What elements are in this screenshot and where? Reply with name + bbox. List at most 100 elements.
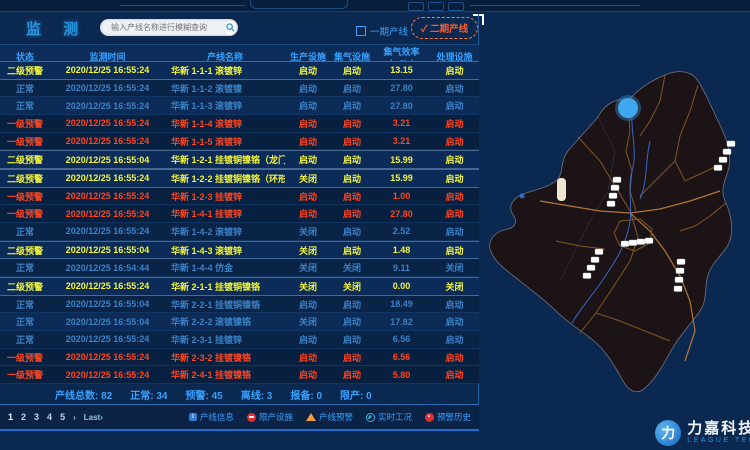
device-tag-marker[interactable] bbox=[637, 239, 645, 245]
table-row[interactable]: 正常2020/12/25 16:55:04华新 2-2-1 挂镀铜镍铬启动启动1… bbox=[0, 296, 479, 314]
table-row[interactable]: 一级预警2020/12/25 16:55:24华新 2-3-2 挂镀镍铬启动启动… bbox=[0, 349, 479, 367]
legend-button-noentry[interactable]: 限产设施 bbox=[247, 411, 293, 423]
phase2-toggle-button[interactable]: ✓ 二期产线 bbox=[411, 17, 478, 39]
cell-time: 2020/12/25 16:55:24 bbox=[50, 173, 165, 183]
device-tag-marker[interactable] bbox=[714, 165, 722, 171]
device-tag-marker[interactable] bbox=[613, 177, 621, 183]
device-tag-marker[interactable] bbox=[621, 241, 629, 247]
check-icon: ✓ bbox=[421, 24, 428, 35]
cell-production-facility: 启动 bbox=[285, 190, 331, 203]
table-row[interactable]: 正常2020/12/25 16:55:24华新 2-3-1 挂镀锌启动启动6.5… bbox=[0, 331, 479, 349]
cell-treatment-facility: 启动 bbox=[430, 333, 479, 346]
device-tag-marker[interactable] bbox=[611, 185, 619, 191]
table-header: 状态监测时间产线名称生产设施集气设施集气效率(m³/s)处理设施 bbox=[0, 44, 479, 62]
cell-time: 2020/12/25 16:55:24 bbox=[50, 136, 165, 146]
cell-status: 正常 bbox=[0, 333, 50, 346]
device-tag-marker[interactable] bbox=[609, 193, 617, 199]
cell-gas-facility: 启动 bbox=[331, 99, 373, 112]
device-tag-marker[interactable] bbox=[677, 259, 685, 265]
page-button[interactable]: 5 bbox=[60, 412, 65, 422]
device-tag-marker[interactable] bbox=[719, 157, 727, 163]
legend-button-alarm[interactable]: 预警历史 bbox=[425, 411, 471, 423]
page-button[interactable]: 2 bbox=[21, 412, 26, 422]
page-button[interactable]: Last› bbox=[84, 413, 103, 422]
cell-gas-rate: 18.49 bbox=[373, 299, 430, 309]
legend-label: 限产设施 bbox=[259, 411, 293, 423]
cell-gas-facility: 启动 bbox=[331, 117, 373, 130]
device-tag-marker[interactable] bbox=[645, 238, 653, 244]
page-button[interactable]: 3 bbox=[34, 412, 39, 422]
cell-gas-facility: 启动 bbox=[331, 82, 373, 95]
cell-status: 正常 bbox=[0, 99, 50, 112]
table-row[interactable]: 二级预警2020/12/25 16:55:04华新 1-2-1 挂镀铜镍铬（龙门… bbox=[0, 150, 479, 169]
table-row[interactable]: 二级预警2020/12/25 16:55:24华新 1-1-1 滚镀锌启动启动1… bbox=[0, 61, 479, 80]
cell-line-name: 华新 1-2-2 挂镀铜镍铬（环形线） bbox=[165, 172, 285, 185]
legend-button-tri[interactable]: 产线预警 bbox=[306, 411, 353, 423]
cell-time: 2020/12/25 16:55:04 bbox=[50, 155, 165, 165]
table-row[interactable]: 正常2020/12/25 16:55:24华新 1-1-3 滚镀锌启动启动27.… bbox=[0, 97, 479, 115]
table-row[interactable]: 正常2020/12/25 16:54:44华新 1-4-4 仿金关闭关闭9.11… bbox=[0, 259, 479, 277]
legend-button-info[interactable]: i产线信息 bbox=[189, 411, 234, 423]
table-row[interactable]: 正常2020/12/25 16:55:24华新 1-4-2 滚镀锌关闭启动2.5… bbox=[0, 223, 479, 241]
table-row[interactable]: 正常2020/12/25 16:55:24华新 1-1-2 滚镀镍启动启动27.… bbox=[0, 80, 479, 98]
device-circle-marker[interactable] bbox=[618, 98, 638, 118]
table-row[interactable]: 一级预警2020/12/25 16:55:24华新 1-1-4 滚镀锌启动启动3… bbox=[0, 115, 479, 133]
table-row[interactable]: 正常2020/12/25 16:55:04华新 2-2-2 滚镀镍铬关闭启动17… bbox=[0, 313, 479, 331]
table-row[interactable]: 一级预警2020/12/25 16:55:24华新 1-1-5 滚镀锌启动启动3… bbox=[0, 133, 479, 151]
device-tag-marker[interactable] bbox=[629, 240, 637, 246]
table-row[interactable]: 一级预警2020/12/25 16:55:24华新 1-4-1 挂镀锌启动启动2… bbox=[0, 205, 479, 223]
cell-production-facility: 启动 bbox=[285, 368, 331, 381]
table-row[interactable]: 一级预警2020/12/25 16:55:24华新 2-4-1 挂镀镍铬启动启动… bbox=[0, 366, 479, 384]
cell-gas-facility: 启动 bbox=[331, 368, 373, 381]
cell-treatment-facility: 启动 bbox=[430, 298, 479, 311]
search-input[interactable] bbox=[100, 23, 225, 32]
device-tag-marker[interactable] bbox=[676, 268, 684, 274]
summary-item: 预警: 45 bbox=[185, 387, 222, 402]
cell-time: 2020/12/25 16:55:24 bbox=[50, 83, 165, 93]
cell-time: 2020/12/25 16:55:24 bbox=[50, 101, 165, 111]
cell-production-facility: 关闭 bbox=[285, 261, 331, 274]
cell-treatment-facility: 启动 bbox=[430, 351, 479, 364]
cell-line-name: 华新 1-2-3 挂镀锌 bbox=[165, 190, 285, 203]
table-row[interactable]: 二级预警2020/12/25 16:55:04华新 1-4-3 滚镀锌关闭启动1… bbox=[0, 241, 479, 260]
page-button[interactable]: 4 bbox=[47, 412, 52, 422]
summary-bar: 产线总数: 82正常: 34预警: 45离线: 3报备: 0限产: 0 bbox=[0, 384, 479, 404]
cell-treatment-facility: 启动 bbox=[430, 172, 479, 185]
cell-gas-facility: 启动 bbox=[331, 207, 373, 220]
cell-time: 2020/12/25 16:55:24 bbox=[50, 352, 165, 362]
cell-treatment-facility: 启动 bbox=[430, 153, 479, 166]
device-tag-marker[interactable] bbox=[723, 149, 731, 155]
device-tag-marker[interactable] bbox=[591, 257, 599, 263]
summary-item: 正常: 34 bbox=[130, 387, 167, 402]
top-decoration bbox=[250, 0, 348, 9]
cell-production-facility: 关闭 bbox=[285, 244, 331, 257]
cell-time: 2020/12/25 16:54:44 bbox=[50, 263, 165, 273]
page-button[interactable]: 1 bbox=[8, 412, 13, 422]
device-tag-marker[interactable] bbox=[674, 286, 682, 292]
search-box[interactable] bbox=[100, 19, 238, 36]
device-tag-marker[interactable] bbox=[595, 249, 603, 255]
cell-gas-facility: 启动 bbox=[331, 244, 373, 257]
logo-name-en: LEAGUE TECH bbox=[687, 437, 750, 445]
cell-time: 2020/12/25 16:55:24 bbox=[50, 65, 165, 75]
device-tag-marker[interactable] bbox=[727, 141, 735, 147]
tri-icon bbox=[306, 413, 316, 421]
legend-button-gauge[interactable]: 实时工况 bbox=[366, 411, 412, 423]
cell-gas-rate: 1.48 bbox=[373, 245, 430, 255]
device-tag-marker[interactable] bbox=[583, 273, 591, 279]
city-map-panel[interactable]: 力 力嘉科技 LEAGUE TECH bbox=[480, 11, 750, 450]
search-button[interactable] bbox=[225, 21, 236, 35]
table-row[interactable]: 二级预警2020/12/25 16:55:24华新 1-2-2 挂镀铜镍铬（环形… bbox=[0, 169, 479, 188]
phase1-checkbox[interactable]: 一期产线 bbox=[356, 24, 408, 38]
cell-line-name: 华新 2-1-1 挂镀铜镍铬 bbox=[165, 280, 285, 293]
top-decoration bbox=[428, 2, 444, 11]
table-row[interactable]: 一级预警2020/12/25 16:55:24华新 1-2-3 挂镀锌启动启动1… bbox=[0, 188, 479, 206]
device-tag-marker[interactable] bbox=[675, 277, 683, 283]
gauge-icon bbox=[366, 413, 375, 422]
device-tag-marker[interactable] bbox=[587, 265, 595, 271]
table-row[interactable]: 二级预警2020/12/25 16:55:24华新 2-1-1 挂镀铜镍铬关闭关… bbox=[0, 277, 479, 296]
page-button[interactable]: › bbox=[73, 413, 76, 422]
cell-treatment-facility: 启动 bbox=[430, 368, 479, 381]
device-tag-marker[interactable] bbox=[607, 201, 615, 207]
cell-time: 2020/12/25 16:55:24 bbox=[50, 334, 165, 344]
